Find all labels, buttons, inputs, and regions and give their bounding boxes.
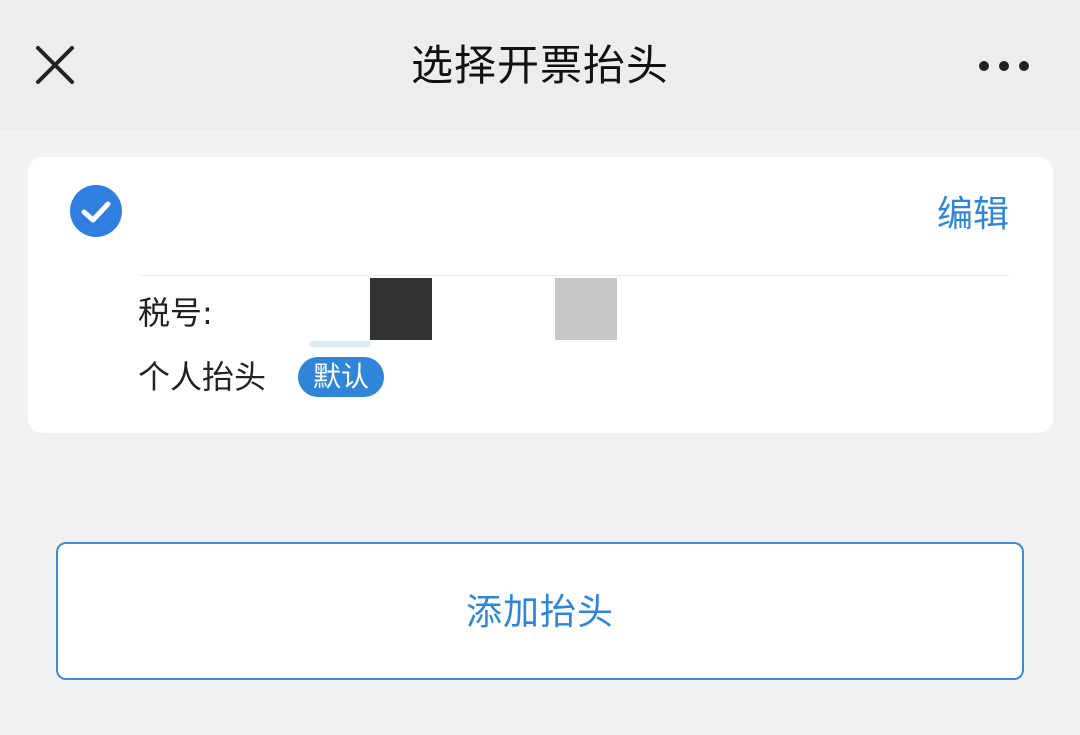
redacted-block-dark bbox=[370, 278, 432, 340]
add-title-button-label: 添加抬头 bbox=[465, 592, 614, 633]
default-badge: 默认 bbox=[298, 357, 384, 397]
nav-bar: 选择开票抬头 bbox=[0, 0, 1080, 130]
check-circle-icon[interactable] bbox=[70, 185, 122, 237]
page-title: 选择开票抬头 bbox=[410, 41, 669, 90]
edit-link[interactable]: 编辑 bbox=[937, 191, 1009, 239]
invoice-title-row: 个人抬头 默认 bbox=[138, 353, 538, 401]
add-title-button[interactable]: 添加抬头 bbox=[56, 542, 1024, 680]
divider bbox=[140, 275, 1009, 276]
redacted-block-light bbox=[555, 278, 617, 340]
more-icon[interactable] bbox=[972, 48, 1036, 84]
redacted-mark bbox=[310, 341, 370, 347]
invoice-title-name: 个人抬头 bbox=[138, 358, 267, 396]
tax-number-row: 税号: bbox=[138, 278, 638, 347]
invoice-title-card[interactable]: 编辑 税号: 个人抬头 默认 bbox=[28, 157, 1053, 433]
tax-number-label: 税号: bbox=[138, 294, 213, 332]
